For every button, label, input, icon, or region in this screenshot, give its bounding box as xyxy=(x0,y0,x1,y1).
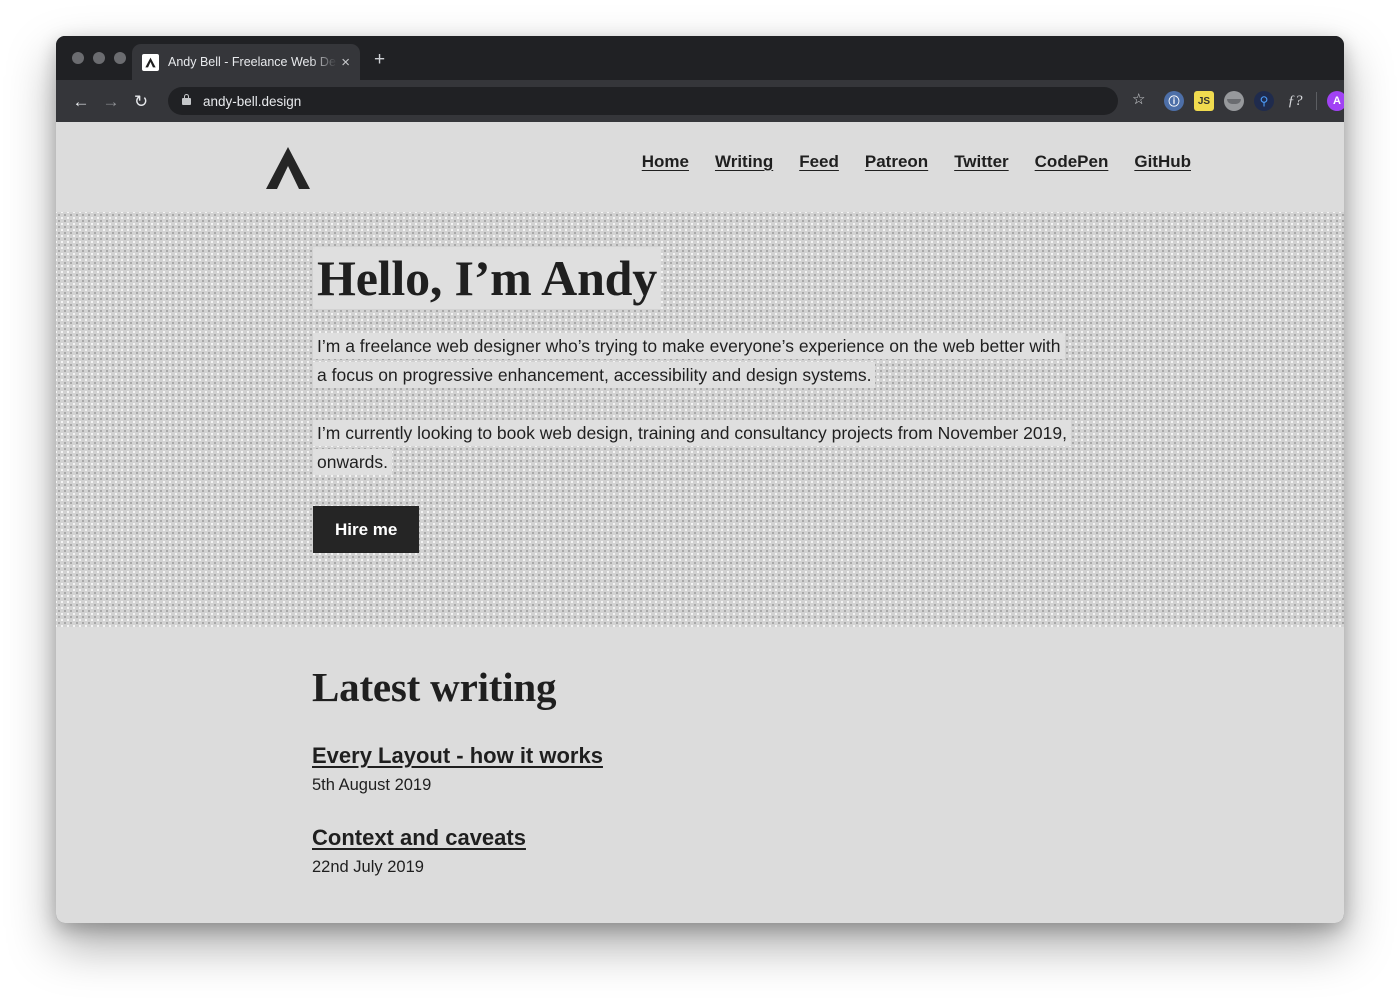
url-text: andy-bell.design xyxy=(203,93,302,109)
page-title: Hello, I’m Andy xyxy=(313,247,1073,309)
post-title-link[interactable]: Every Layout - how it works xyxy=(312,743,603,768)
tab-title: Andy Bell - Freelance Web Des xyxy=(168,55,338,69)
function-extension-icon[interactable]: ƒ? xyxy=(1284,91,1306,111)
javascript-toggle-extension-icon[interactable]: JS xyxy=(1194,91,1214,111)
hero-paragraph-1: I’m a freelance web designer who’s tryin… xyxy=(313,332,1073,391)
browser-toolbar: ← → ↻ andy-bell.design ☆ ⓘ JS ⚲ ƒ? A ⋮ xyxy=(56,80,1344,122)
list-item: Every Layout - how it works 5th August 2… xyxy=(312,743,1212,795)
post-title-link[interactable]: Context and caveats xyxy=(312,825,526,850)
grayscale-extension-icon[interactable] xyxy=(1224,91,1244,111)
extensions-area: ⓘ JS ⚲ ƒ? A ⋮ xyxy=(1164,80,1344,122)
search-extension-icon[interactable]: ⚲ xyxy=(1254,91,1274,111)
page-title-text: Hello, I’m Andy xyxy=(313,247,662,309)
hero-paragraph-2: I’m currently looking to book web design… xyxy=(313,419,1073,478)
tab-close-icon[interactable]: × xyxy=(341,55,350,70)
forward-button[interactable]: → xyxy=(96,93,126,110)
window-controls xyxy=(72,52,126,64)
page-viewport: Home Writing Feed Patreon Twitter CodePe… xyxy=(56,122,1344,923)
reload-button[interactable]: ↻ xyxy=(126,93,156,110)
minimize-window-button[interactable] xyxy=(93,52,105,64)
list-item: Context and caveats 22nd July 2019 xyxy=(312,825,1212,877)
hero-paragraph-1-text: I’m a freelance web designer who’s tryin… xyxy=(313,333,1065,389)
maximize-window-button[interactable] xyxy=(114,52,126,64)
toolbar-divider xyxy=(1316,92,1317,110)
nav-link-feed[interactable]: Feed xyxy=(799,152,839,172)
latest-writing-content: Latest writing Every Layout - how it wor… xyxy=(312,663,1212,877)
tab-favicon-icon xyxy=(142,53,159,71)
nav-link-github[interactable]: GitHub xyxy=(1134,152,1191,172)
lock-icon xyxy=(182,93,191,105)
site-navigation: Home Writing Feed Patreon Twitter CodePe… xyxy=(642,152,1191,172)
wappalyzer-extension-icon[interactable]: ⓘ xyxy=(1164,91,1184,111)
nav-link-twitter[interactable]: Twitter xyxy=(954,152,1008,172)
back-button[interactable]: ← xyxy=(66,93,96,110)
nav-link-writing[interactable]: Writing xyxy=(715,152,773,172)
address-bar[interactable]: andy-bell.design xyxy=(168,87,1118,115)
andy-bell-chevron-logo[interactable] xyxy=(265,146,311,190)
latest-writing-section: Latest writing Every Layout - how it wor… xyxy=(56,627,1344,877)
profile-avatar[interactable]: A xyxy=(1327,91,1344,111)
bookmark-star-icon[interactable]: ☆ xyxy=(1132,92,1145,107)
nav-link-home[interactable]: Home xyxy=(642,152,689,172)
hero-section: Hello, I’m Andy I’m a freelance web desi… xyxy=(56,212,1344,627)
hero-content: Hello, I’m Andy I’m a freelance web desi… xyxy=(313,247,1073,553)
post-date: 22nd July 2019 xyxy=(312,858,424,876)
post-date: 5th August 2019 xyxy=(312,776,432,794)
browser-tab-strip: Andy Bell - Freelance Web Des × + xyxy=(56,36,1344,80)
site-header: Home Writing Feed Patreon Twitter CodePe… xyxy=(56,122,1344,212)
browser-window: Andy Bell - Freelance Web Des × + ← → ↻ … xyxy=(56,36,1344,923)
nav-link-patreon[interactable]: Patreon xyxy=(865,152,928,172)
nav-link-codepen[interactable]: CodePen xyxy=(1035,152,1109,172)
section-heading: Latest writing xyxy=(312,664,557,710)
new-tab-button[interactable]: + xyxy=(374,50,385,69)
hire-me-button[interactable]: Hire me xyxy=(313,505,420,553)
hero-paragraph-2-text: I’m currently looking to book web design… xyxy=(313,419,1071,476)
close-window-button[interactable] xyxy=(72,52,84,64)
browser-tab[interactable]: Andy Bell - Freelance Web Des × xyxy=(132,44,360,80)
